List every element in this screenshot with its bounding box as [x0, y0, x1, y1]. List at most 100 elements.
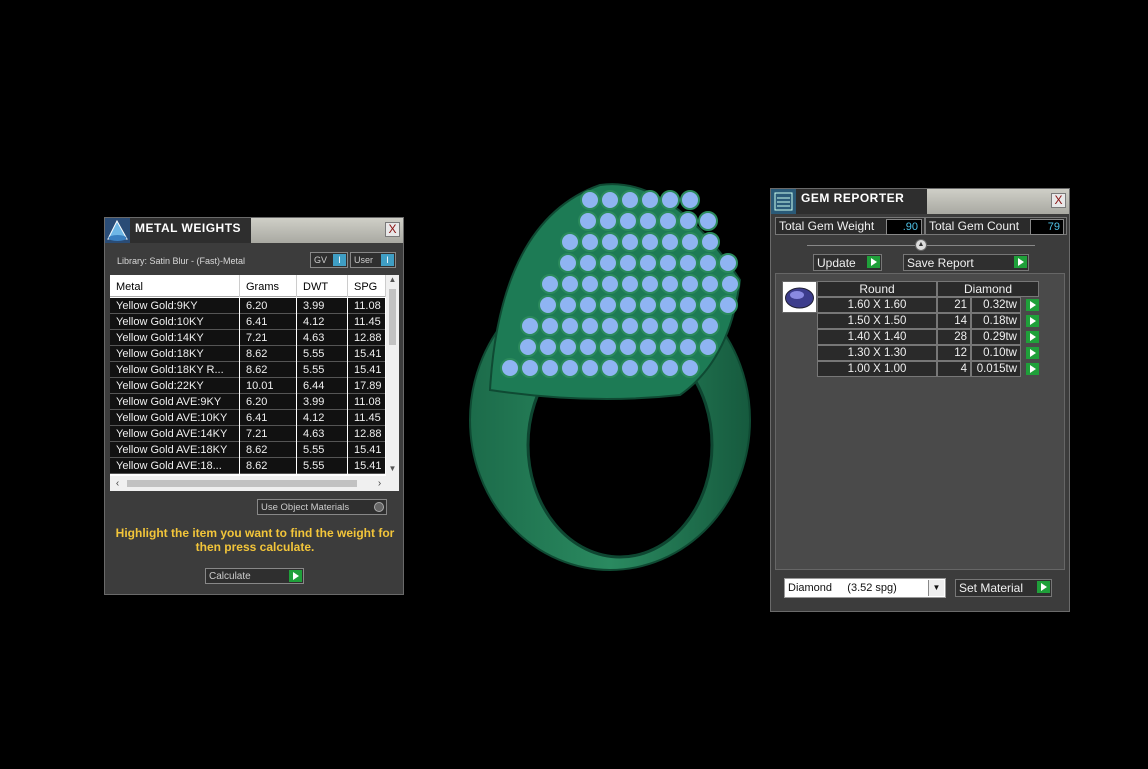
collapse-icon[interactable]: ▲	[915, 239, 927, 251]
diamond-stone	[620, 274, 640, 294]
play-arrow-icon[interactable]	[1026, 331, 1039, 343]
diamond-stone	[600, 232, 620, 252]
use-object-materials-label: Use Object Materials	[261, 502, 350, 513]
set-material-button[interactable]: Set Material	[955, 579, 1052, 597]
diamond-stone	[558, 337, 578, 357]
column-header-metal[interactable]: Metal	[110, 275, 240, 297]
table-row[interactable]: Yellow Gold AVE:14KY 7.21 4.63 12.88	[110, 426, 386, 442]
update-label: Update	[817, 256, 856, 270]
gem-row[interactable]: 1.50 X 1.50 14 0.18tw	[817, 313, 1039, 329]
user-toggle[interactable]: User I	[350, 252, 396, 268]
scroll-right-icon[interactable]: ›	[372, 476, 387, 491]
diamond-stone	[580, 232, 600, 252]
diamond-stone	[700, 274, 720, 294]
spg-cell: 11.45	[348, 410, 386, 426]
table-row[interactable]: Yellow Gold AVE:9KY 6.20 3.99 11.08	[110, 394, 386, 410]
gem-count-cell: 28	[937, 329, 971, 345]
update-button[interactable]: Update	[813, 254, 882, 271]
table-row[interactable]: Yellow Gold AVE:18... 8.62 5.55 15.41	[110, 458, 386, 474]
diamond-stone	[658, 211, 678, 231]
gv-toggle-label: GV	[314, 255, 328, 265]
gem-weight-cell: 0.10tw	[971, 345, 1021, 361]
gem-weight-cell: 0.015tw	[971, 361, 1021, 377]
metal-weights-titlebar[interactable]: METAL WEIGHTS X	[105, 218, 403, 243]
diamond-stone	[600, 190, 620, 210]
save-report-button[interactable]: Save Report	[903, 254, 1029, 271]
gem-size-cell: 1.40 X 1.40	[817, 329, 937, 345]
gem-row[interactable]: 1.40 X 1.40 28 0.29tw	[817, 329, 1039, 345]
horizontal-scrollbar[interactable]: ‹ ›	[110, 476, 399, 491]
scroll-down-icon[interactable]: ▼	[386, 464, 399, 476]
table-row[interactable]: Yellow Gold AVE:18KY 8.62 5.55 15.41	[110, 442, 386, 458]
metal-name-cell: Yellow Gold AVE:18KY	[110, 442, 240, 458]
diamond-stone	[618, 253, 638, 273]
diamond-stone	[558, 295, 578, 315]
use-object-materials-toggle[interactable]: Use Object Materials	[257, 499, 387, 515]
table-row[interactable]: Yellow Gold:9KY 6.20 3.99 11.08	[110, 298, 386, 314]
gem-reporter-titlebar[interactable]: GEM REPORTER X	[771, 189, 1069, 214]
table-row[interactable]: Yellow Gold:14KY 7.21 4.63 12.88	[110, 330, 386, 346]
spg-cell: 15.41	[348, 458, 386, 474]
gem-count-cell: 12	[937, 345, 971, 361]
vertical-scroll-thumb[interactable]	[389, 289, 396, 345]
material-select[interactable]: Diamond (3.52 spg) ▼	[784, 578, 946, 598]
table-row[interactable]: Yellow Gold:18KY 8.62 5.55 15.41	[110, 346, 386, 362]
table-row[interactable]: Yellow Gold:10KY 6.41 4.12 11.45	[110, 314, 386, 330]
diamond-stone	[640, 190, 660, 210]
diamond-stone	[598, 337, 618, 357]
spg-cell: 11.45	[348, 314, 386, 330]
diamond-stone	[658, 337, 678, 357]
diamond-stone	[620, 316, 640, 336]
gv-toggle[interactable]: GV I	[310, 252, 348, 268]
vertical-scrollbar[interactable]: ▲ ▼	[386, 275, 399, 476]
diamond-stone	[680, 316, 700, 336]
close-icon[interactable]: X	[385, 222, 400, 237]
scroll-up-icon[interactable]: ▲	[386, 275, 399, 287]
diamond-stone	[578, 337, 598, 357]
grams-cell: 10.01	[240, 378, 297, 394]
horizontal-scroll-thumb[interactable]	[127, 480, 357, 487]
metal-name-cell: Yellow Gold:10KY	[110, 314, 240, 330]
diamond-stone	[698, 337, 718, 357]
close-icon[interactable]: X	[1051, 193, 1066, 208]
grams-cell: 8.62	[240, 458, 297, 474]
play-arrow-icon[interactable]	[1026, 347, 1039, 359]
column-header-grams[interactable]: Grams	[240, 275, 297, 297]
diamond-stone	[638, 295, 658, 315]
table-row[interactable]: Yellow Gold:18KY R... 8.62 5.55 15.41	[110, 362, 386, 378]
gem-row[interactable]: 1.60 X 1.60 21 0.32tw	[817, 297, 1039, 313]
spg-cell: 15.41	[348, 362, 386, 378]
diamond-stone	[560, 316, 580, 336]
spg-cell: 11.08	[348, 298, 386, 314]
gem-size-cell: 1.00 X 1.00	[817, 361, 937, 377]
gem-count-cell: 4	[937, 361, 971, 377]
gem-header-shape: Round	[817, 281, 937, 297]
diamond-stone	[518, 337, 538, 357]
column-header-dwt[interactable]: DWT	[297, 275, 348, 297]
play-arrow-icon[interactable]	[1026, 299, 1039, 311]
diamond-stone	[680, 358, 700, 378]
dwt-cell: 5.55	[297, 346, 348, 362]
ring-3d-model[interactable]	[440, 180, 760, 580]
calculate-button[interactable]: Calculate	[205, 568, 304, 584]
scroll-left-icon[interactable]: ‹	[110, 476, 125, 491]
diamond-stone	[680, 232, 700, 252]
play-arrow-icon[interactable]	[1026, 363, 1039, 375]
diamond-stone	[660, 274, 680, 294]
table-row[interactable]: Yellow Gold:22KY 10.01 6.44 17.89	[110, 378, 386, 394]
play-arrow-icon[interactable]	[1026, 315, 1039, 327]
total-gem-count: Total Gem Count 79	[925, 217, 1067, 235]
gem-thumbnail[interactable]	[782, 281, 817, 313]
gem-row[interactable]: 1.30 X 1.30 12 0.10tw	[817, 345, 1039, 361]
spg-cell: 12.88	[348, 330, 386, 346]
metal-weights-title: METAL WEIGHTS	[130, 218, 251, 243]
chevron-down-icon[interactable]: ▼	[928, 580, 944, 596]
gem-weight-cell: 0.18tw	[971, 313, 1021, 329]
diamond-stone	[520, 358, 540, 378]
column-header-spg[interactable]: SPG	[348, 275, 386, 297]
library-label: Library: Satin Blur - (Fast)-Metal	[117, 256, 246, 266]
grams-cell: 6.41	[240, 314, 297, 330]
gem-row[interactable]: 1.00 X 1.00 4 0.015tw	[817, 361, 1039, 377]
table-row[interactable]: Yellow Gold AVE:10KY 6.41 4.12 11.45	[110, 410, 386, 426]
gem-list-area: Round Diamond 1.60 X 1.60 21 0.32tw 1.50 X …	[775, 273, 1065, 570]
